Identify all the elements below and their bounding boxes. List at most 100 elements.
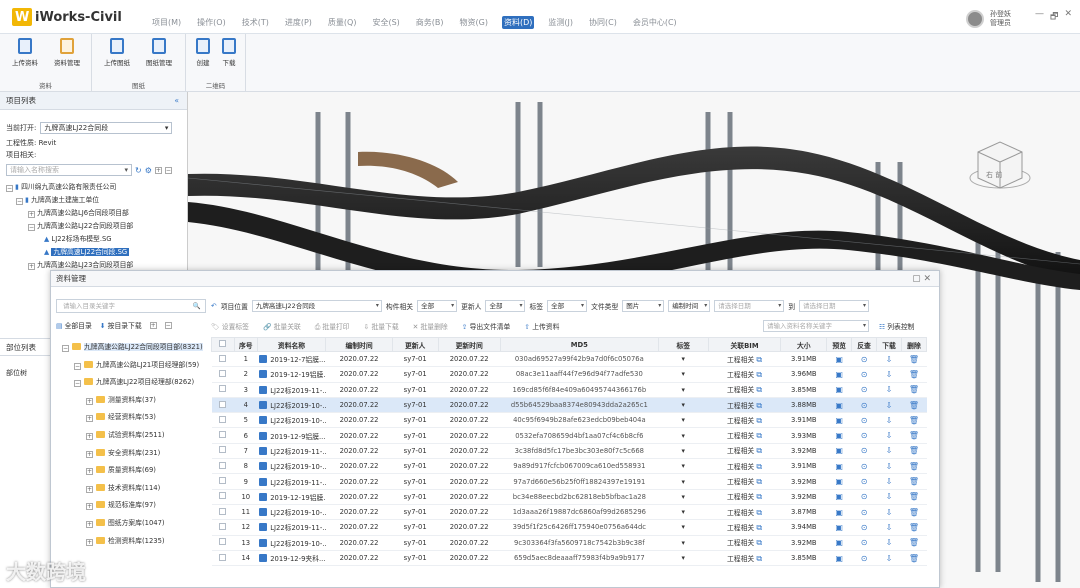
column-header[interactable]: 删除 [900, 337, 928, 352]
directory-search-input[interactable]: 请输入目录关键字 🔍 [56, 299, 206, 313]
locate-icon[interactable]: ⊙ [851, 458, 877, 475]
refresh-icon[interactable]: ↻ [135, 166, 142, 175]
directory-folder[interactable]: + 测量资料库(37) [86, 394, 156, 405]
data-manage-button[interactable]: 资料管理 [50, 38, 84, 67]
start-date-input[interactable]: 请选择日期 [714, 300, 785, 312]
locate-icon[interactable]: ⊙ [851, 473, 877, 490]
column-header[interactable]: MD5 [499, 337, 659, 352]
bim-link[interactable]: 工程相关 ⧉ [708, 550, 781, 567]
table-row[interactable]: 1 2019-12-7铝膜... 2020.07.22 sy7-01 2020.07.2… [211, 351, 927, 368]
locate-icon[interactable]: ⊙ [851, 427, 877, 444]
batch-link-button[interactable]: 🔗 批量关联 [263, 321, 301, 331]
tree-item-lj6[interactable]: + 九牌高速公路LJ6合同段项目部 [28, 207, 129, 218]
table-row[interactable]: 3 LJ22标2019-11-... 2020.07.22 sy7-01 2020.07… [211, 382, 927, 398]
tag-select[interactable]: ▾ [658, 504, 709, 521]
menu-item[interactable]: 商务(B) [414, 16, 446, 29]
locate-icon[interactable]: ⊙ [851, 397, 877, 414]
delete-icon[interactable]: 🗑 [901, 519, 927, 536]
collapse-button[interactable]: « [174, 92, 179, 110]
expand-toggle-icon[interactable]: + [86, 415, 93, 423]
expand-toggle-icon[interactable]: − [62, 345, 69, 352]
tree-item-lj23[interactable]: + 九牌高速公路LJ23合同段项目部 [28, 259, 133, 270]
bim-link[interactable]: 工程相关 ⧉ [708, 427, 781, 444]
download-by-dir-button[interactable]: ⬇ 按目录下载 [100, 320, 142, 330]
download-icon[interactable]: ⇩ [876, 550, 902, 567]
file-name[interactable]: LJ22标2019-11-... [257, 443, 326, 460]
minimize-button[interactable]: — [1035, 9, 1044, 25]
locate-icon[interactable]: ⊙ [851, 351, 877, 368]
row-checkbox[interactable] [219, 431, 227, 439]
delete-icon[interactable]: 🗑 [901, 427, 927, 444]
row-checkbox[interactable] [219, 507, 227, 515]
delete-icon[interactable]: 🗑 [901, 535, 927, 551]
menu-item[interactable]: 项目(M) [150, 16, 183, 29]
menu-item[interactable]: 安全(S) [370, 16, 401, 29]
preview-icon[interactable]: ▣ [826, 458, 852, 475]
back-icon[interactable]: ↶ [211, 302, 217, 310]
menu-item[interactable]: 资料(D) [501, 16, 535, 29]
keyword-search-input[interactable]: 请输入资料名称关键字 [763, 320, 869, 332]
table-row[interactable]: 13 LJ22标2019-10-... 2020.07.22 sy7-01 2020.0… [211, 535, 927, 551]
locate-icon[interactable]: ⊙ [851, 443, 877, 460]
menu-item[interactable]: 协同(C) [587, 16, 619, 29]
batch-download-button[interactable]: ⇩ 批量下载 [364, 321, 399, 331]
menu-item[interactable]: 技术(T) [240, 16, 271, 29]
preview-icon[interactable]: ▣ [826, 473, 852, 490]
table-row[interactable]: 8 LJ22标2019-10-... 2020.07.22 sy7-01 2020.07… [211, 458, 927, 475]
set-tag-button[interactable]: 🏷 设置标签 [211, 321, 249, 331]
table-row[interactable]: 5 LJ22标2019-10-... 2020.07.22 sy7-01 2020.07… [211, 412, 927, 429]
bim-link[interactable]: 工程相关 ⧉ [708, 397, 781, 414]
row-checkbox[interactable] [219, 415, 227, 423]
directory-folder[interactable]: + 质量资料库(69) [86, 464, 156, 476]
tag-select[interactable]: 全部 [547, 300, 588, 312]
preview-icon[interactable]: ▣ [826, 489, 852, 505]
expand-toggle-icon[interactable]: + [86, 485, 93, 493]
file-name[interactable]: 2019-12-19铝膜... [257, 366, 326, 383]
table-row[interactable]: 10 2019-12-19铝膜... 2020.07.22 sy7-01 2020.07… [211, 489, 927, 505]
bim-link[interactable]: 工程相关 ⧉ [708, 443, 781, 460]
row-checkbox[interactable] [219, 477, 227, 485]
download-icon[interactable]: ⇩ [876, 519, 902, 536]
expand-toggle-icon[interactable]: + [86, 397, 93, 405]
preview-icon[interactable]: ▣ [826, 427, 852, 444]
menu-item[interactable]: 监测(J) [546, 16, 575, 29]
delete-icon[interactable]: 🗑 [901, 412, 927, 429]
table-row[interactable]: 4 LJ22标2019-10-... 2020.07.22 sy7-01 2020.07… [211, 397, 927, 414]
user-info[interactable]: 孙登妖 管理员 [966, 10, 1011, 28]
batch-delete-button[interactable]: ✕ 批量删除 [413, 321, 448, 331]
tag-select[interactable]: ▾ [658, 489, 709, 505]
tag-select[interactable]: ▾ [658, 473, 709, 490]
row-checkbox[interactable] [219, 369, 227, 377]
delete-icon[interactable]: 🗑 [901, 382, 927, 398]
bim-link[interactable]: 工程相关 ⧉ [708, 412, 781, 429]
preview-icon[interactable]: ▣ [826, 443, 852, 460]
bim-link[interactable]: 工程相关 ⧉ [708, 519, 781, 536]
column-header[interactable]: 大小 [780, 337, 828, 352]
menu-item[interactable]: 物资(G) [458, 16, 490, 29]
row-checkbox[interactable] [219, 522, 227, 530]
delete-icon[interactable]: 🗑 [901, 504, 927, 521]
tree-item-unit[interactable]: − ▮ 九牌高速土建施工单位 [16, 194, 99, 205]
preview-icon[interactable]: ▣ [826, 535, 852, 551]
directory-folder[interactable]: + 试验资料库(2511) [86, 429, 165, 440]
directory-folder[interactable]: + 规范标准库(97) [86, 499, 156, 511]
table-row[interactable]: 11 LJ22标2019-10-... 2020.07.22 sy7-01 2020.0… [211, 504, 927, 521]
column-header[interactable]: 编制时间 [325, 337, 393, 352]
tag-select[interactable]: ▾ [658, 412, 709, 429]
row-checkbox[interactable] [219, 492, 227, 500]
locate-icon[interactable]: ⊙ [851, 382, 877, 398]
table-row[interactable]: 14 2019-12-9夹科... 2020.07.22 sy7-01 2020.07.… [211, 550, 927, 567]
directory-folder[interactable]: + 安全资料库(231) [86, 447, 160, 458]
tree-item-lj22-sg[interactable]: ▲ 九牌高速LJ22合同段.SG [44, 246, 130, 256]
bim-link[interactable]: 工程相关 ⧉ [708, 535, 781, 551]
tag-select[interactable]: ▾ [658, 443, 709, 460]
row-checkbox[interactable] [219, 553, 227, 561]
tree-item-model-sg[interactable]: ▲ LJ22标场布模型.SG [44, 233, 112, 243]
file-name[interactable]: LJ22标2019-10-... [257, 397, 326, 414]
directory-folder[interactable]: + 图纸方案库(1047) [86, 517, 165, 528]
table-row[interactable]: 7 LJ22标2019-11-... 2020.07.22 sy7-01 2020.07… [211, 443, 927, 460]
download-icon[interactable]: ⇩ [876, 427, 902, 444]
bim-link[interactable]: 工程相关 ⧉ [708, 382, 781, 398]
maximize-button[interactable]: ▢ [912, 274, 921, 284]
drawing-manage-button[interactable]: 图纸管理 [142, 38, 176, 67]
